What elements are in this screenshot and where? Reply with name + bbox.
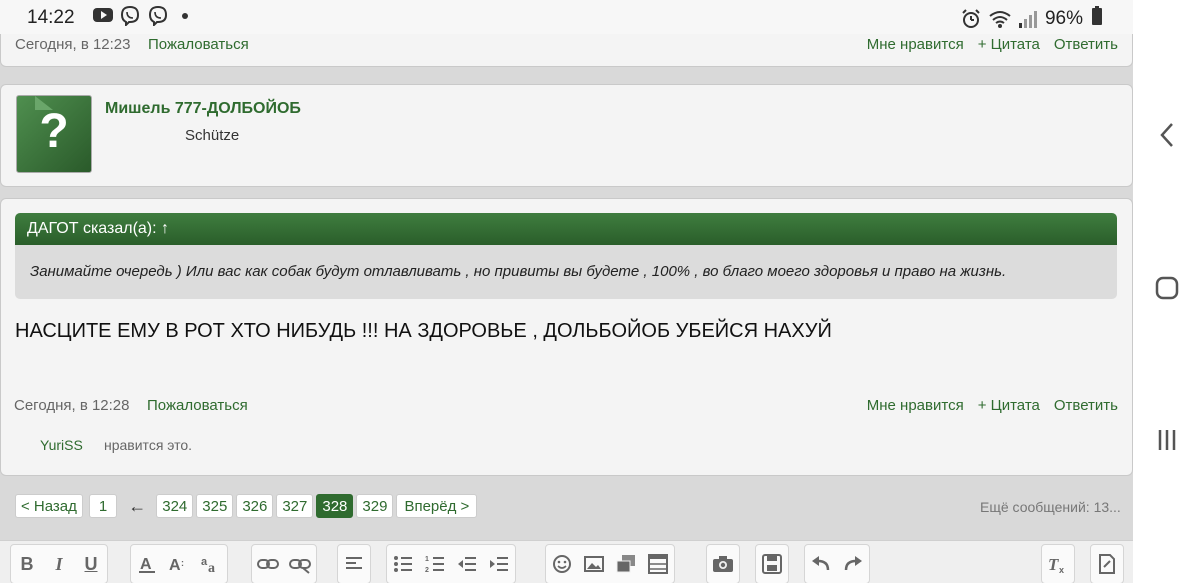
undo-icon[interactable] <box>805 548 837 580</box>
dot-icon <box>182 13 188 19</box>
battery-icon <box>1091 6 1103 32</box>
system-icons: 96% <box>961 6 1103 32</box>
back-icon[interactable] <box>1155 120 1179 150</box>
svg-text::: : <box>181 558 184 568</box>
clock: 14:22 <box>27 7 75 28</box>
notification-icons <box>92 5 188 28</box>
save-draft-icon[interactable] <box>756 548 788 580</box>
link-icon[interactable] <box>252 548 284 580</box>
svg-text:1: 1 <box>425 556 429 563</box>
page-326[interactable]: 326 <box>236 494 274 518</box>
post-actions: Мне нравится + Цитата Ответить <box>867 397 1119 414</box>
font-group: A A: aa <box>130 544 228 583</box>
question-mark-icon: ? <box>39 105 69 158</box>
signal-icon <box>1017 9 1037 29</box>
toggle-group <box>1090 544 1124 583</box>
system-nav-bar <box>1133 0 1200 583</box>
post-actions: Мне нравится + Цитата Ответить <box>867 36 1118 53</box>
page-329[interactable]: 329 <box>356 494 394 518</box>
history-group <box>804 544 870 583</box>
reply-link[interactable]: Ответить <box>1054 397 1118 414</box>
svg-text:A: A <box>169 557 181 574</box>
link-group <box>251 544 317 583</box>
page-324[interactable]: 324 <box>156 494 194 518</box>
page-327[interactable]: 327 <box>276 494 314 518</box>
viber-icon <box>120 5 140 28</box>
quote-link[interactable]: + Цитата <box>978 397 1040 414</box>
camera-group <box>706 544 740 583</box>
post-message: НАСЦИТЕ ЕМУ В РОТ ХТО НИБУДЬ !!! НА ЗДОР… <box>15 320 832 342</box>
underline-icon[interactable]: U <box>75 548 107 580</box>
align-group <box>337 544 371 583</box>
post-date: Сегодня, в 12:28 <box>14 397 130 414</box>
unlink-icon[interactable] <box>284 548 316 580</box>
font-size-icon[interactable]: A: <box>163 548 195 580</box>
like-link[interactable]: Мне нравится <box>867 397 964 414</box>
page-325[interactable]: 325 <box>196 494 234 518</box>
next-page-button[interactable]: Вперёд > <box>396 494 478 518</box>
author-card: ? Мишель 777-ДОЛБОЙОБ Schütze <box>0 84 1133 187</box>
svg-text:A: A <box>140 556 152 573</box>
text-style-group: B I U <box>10 544 108 583</box>
svg-text:a: a <box>201 556 208 568</box>
svg-text:T: T <box>1048 555 1059 574</box>
align-left-icon[interactable] <box>338 548 370 580</box>
quote-author[interactable]: ДАГОТ сказал(а): ↑ <box>27 220 169 237</box>
ellipsis-arrow[interactable]: ← <box>128 496 146 517</box>
recents-icon[interactable] <box>1155 428 1179 452</box>
author-name[interactable]: Мишель 777-ДОЛБОЙОБ <box>105 100 301 118</box>
report-link[interactable]: Пожаловаться <box>147 397 248 414</box>
table-icon[interactable] <box>642 548 674 580</box>
bullet-list-icon[interactable] <box>387 548 419 580</box>
indent-icon[interactable] <box>483 548 515 580</box>
outdent-icon[interactable] <box>451 548 483 580</box>
italic-icon[interactable]: I <box>43 548 75 580</box>
text-color-icon[interactable]: A <box>131 548 163 580</box>
battery-percent: 96% <box>1044 8 1083 29</box>
like-link[interactable]: Мне нравится <box>867 36 964 53</box>
quote-text: Занимайте очередь ) Или вас как собак бу… <box>15 245 1117 299</box>
wifi-icon <box>989 9 1011 29</box>
youtube-icon <box>92 6 113 26</box>
svg-text:2: 2 <box>425 567 429 573</box>
quote-link[interactable]: + Цитата <box>978 36 1040 53</box>
likes-user[interactable]: YuriSS <box>40 437 83 453</box>
numbered-list-icon[interactable]: 12 <box>419 548 451 580</box>
home-icon[interactable] <box>1155 276 1179 300</box>
editor-toolbar: B I U A A: aa 12 T x <box>0 540 1133 583</box>
quote-header: ДАГОТ сказал(а): ↑ <box>15 213 1117 245</box>
redo-icon[interactable] <box>837 548 869 580</box>
browser-viewport: Сегодня, в 12:23 Пожаловаться Мне нравит… <box>0 0 1133 583</box>
insert-group <box>545 544 675 583</box>
alarm-icon <box>961 9 981 29</box>
smiley-icon[interactable] <box>546 548 578 580</box>
more-messages[interactable]: Ещё сообщений: 13... <box>980 499 1133 515</box>
author-title: Schütze <box>185 127 240 144</box>
clear-group: Tx <box>1041 544 1075 583</box>
bbcode-toggle-icon[interactable] <box>1091 548 1123 580</box>
likes-text: нравится это. <box>104 437 193 453</box>
report-link[interactable]: Пожаловаться <box>148 36 249 53</box>
pagination: < Назад 1 ← 324 325 326 327 328 329 Впер… <box>15 494 480 518</box>
camera-icon[interactable] <box>707 548 739 580</box>
post-date: Сегодня, в 12:23 <box>15 36 131 53</box>
image-icon[interactable] <box>578 548 610 580</box>
status-bar: 14:22 96% <box>0 0 1133 34</box>
reply-link[interactable]: Ответить <box>1054 36 1118 53</box>
list-group: 12 <box>386 544 516 583</box>
svg-text:x: x <box>1059 565 1064 574</box>
page-current[interactable]: 328 <box>316 494 354 518</box>
page-first[interactable]: 1 <box>88 494 118 518</box>
bold-icon[interactable]: B <box>11 548 43 580</box>
prev-page-button[interactable]: < Назад <box>15 494 83 518</box>
font-family-icon[interactable]: aa <box>195 548 227 580</box>
save-group <box>755 544 789 583</box>
avatar[interactable]: ? <box>16 95 92 173</box>
media-icon[interactable] <box>610 548 642 580</box>
remove-format-icon[interactable]: Tx <box>1042 548 1074 580</box>
svg-text:a: a <box>208 561 215 574</box>
viber-icon <box>148 5 168 28</box>
